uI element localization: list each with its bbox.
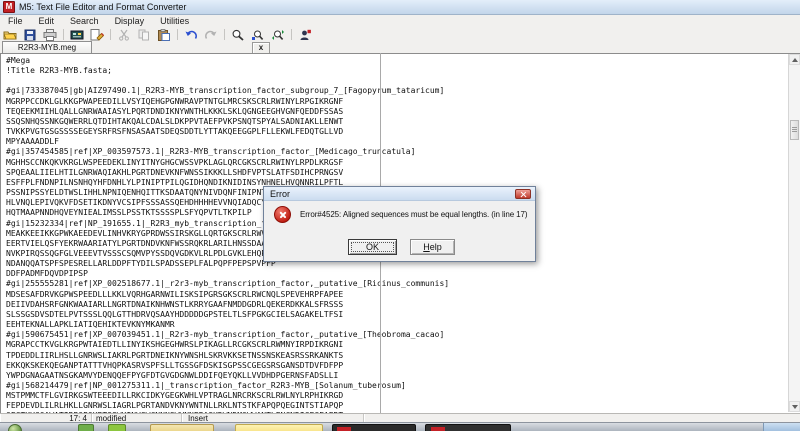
editor-line: #Mega <box>6 56 31 65</box>
window-title: M5: Text File Editor and Format Converte… <box>19 2 187 12</box>
editor-line: #gi|357454585|ref|XP_003597573.1|_R2R3-M… <box>6 147 416 157</box>
convert-icon[interactable] <box>67 28 87 41</box>
taskbar-active-app-button[interactable] <box>235 424 323 431</box>
editor-line: #gi|255555281|ref|XP_002518677.1|_r2r3-m… <box>6 279 450 289</box>
editor-line: MDSESAFDRVKGPWSPEEDLLLKKLVQRHGARNWILISKS… <box>6 289 344 299</box>
cut-icon <box>114 28 134 41</box>
editor-line: MPYAAAADDLF <box>6 137 59 147</box>
error-message: Error#4525: Aligned sequences must be eq… <box>300 210 528 219</box>
taskbar-app-icon[interactable] <box>78 424 94 431</box>
system-tray[interactable] <box>763 423 800 431</box>
menu-item[interactable]: Display <box>107 15 153 28</box>
scrollbar-thumb[interactable] <box>790 120 799 140</box>
editor-line: SPQEAALIIELHTILGNRWAQIAKHLPGRTDNEVKNFWNS… <box>6 167 344 177</box>
tab-bar: R2R3-MYB.meg x <box>0 41 800 54</box>
editor-line: DEIIVDAHSRFGNKWAAIARLLNGRTDNAIKNHWNSTLKR… <box>6 299 344 309</box>
editor-line: SSQSNHQSSNKGQWERRLQTDIHTAKQALCDALSLDKPPV… <box>6 116 344 126</box>
export-icon[interactable] <box>87 28 107 41</box>
editor-line: YWPDGNAGAATNSGKAMVYDENQQEFPYGFDTGVGDGNWL… <box>6 370 339 380</box>
paste-icon[interactable] <box>154 28 174 41</box>
help-button[interactable]: Help <box>410 239 455 255</box>
editor-line: TVKKPVGTGSGSSSSEGEYSRFRSFNSASAATSDEQSDDT… <box>6 127 344 137</box>
tab-active-file[interactable]: R2R3-MYB.meg <box>2 41 92 53</box>
print-icon[interactable] <box>40 28 60 41</box>
app-icon: M <box>3 1 15 13</box>
menu-item[interactable]: File <box>0 15 31 28</box>
error-dialog-title: Error <box>270 189 290 199</box>
editor-line: MGRAPCCTKVGLKRGPWTAIEDTLLINYIKSHGEGHWRSL… <box>6 340 344 350</box>
scroll-down-icon[interactable] <box>789 401 800 412</box>
editor-line: #gi|590675451|ref|XP_007039451.1|_R2r3-m… <box>6 330 445 340</box>
editor-line: DDFPADMFDQVDPIPSP <box>6 269 88 279</box>
ok-button-label: OK <box>365 242 379 252</box>
toolbar-separator <box>224 29 225 40</box>
editor-line: EEHTEKNALLAPKLIATIQEHIKTEVKNYMKANMR <box>6 320 175 330</box>
taskbar-app-button[interactable] <box>332 424 416 431</box>
title-bar[interactable]: M M5: Text File Editor and Format Conver… <box>0 0 800 15</box>
windows-taskbar <box>0 422 800 431</box>
menu-item[interactable]: Search <box>62 15 107 28</box>
editor-line: EKKQKSKEKQEGANPTATTTVHQPKASRVSPFSLLTGSSG… <box>6 360 344 370</box>
redo-icon <box>201 28 221 41</box>
menu-item[interactable]: Edit <box>31 15 63 28</box>
undo-icon[interactable] <box>181 28 201 41</box>
editor-line: TPDEDDLIIRLHSLLGNRWSLIAKRLPGRTDNEIKNYWNS… <box>6 350 344 360</box>
menu-item[interactable]: Utilities <box>152 15 197 28</box>
application-window: M M5: Text File Editor and Format Conver… <box>0 0 800 431</box>
search-again-icon[interactable] <box>248 28 268 41</box>
ok-button[interactable]: OK <box>348 239 397 255</box>
editor-line: !Title R2R3-MYB.fasta; <box>6 66 112 76</box>
copy-icon <box>134 28 154 41</box>
editor-line: TEQEEKMIIHLQALLGNRWAAIASYLPQRTDNDIKNYWNT… <box>6 106 344 116</box>
editor-line: #gi|733387045|gb|AIZ97490.1|_R2R3-MYB_tr… <box>6 86 445 96</box>
error-icon <box>274 206 291 223</box>
save-icon[interactable] <box>20 28 40 41</box>
toolbar-separator <box>291 29 292 40</box>
toolbar-separator <box>177 29 178 40</box>
editor-line: MGRPPCCDKLGLKKGPWAPEEDILLVSYIQEHGPGNWRAV… <box>6 96 344 106</box>
editor-line: MSTPMMCTFLGVIRKGSWTEEEDILLRKCIDKYGEGKWHL… <box>6 391 344 401</box>
vertical-scrollbar[interactable] <box>788 54 800 412</box>
replace-icon[interactable] <box>268 28 288 41</box>
scroll-up-icon[interactable] <box>789 54 800 65</box>
editor-line: #gi|568214479|ref|NP_001275311.1|_transc… <box>6 381 406 390</box>
menu-bar: File Edit Search Display Utilities <box>0 15 800 28</box>
error-dialog-title-bar[interactable]: Error <box>264 187 535 201</box>
help-button-label: elp <box>429 242 442 252</box>
taskbar-app-button[interactable] <box>425 424 511 431</box>
toolbar-separator <box>110 29 111 40</box>
error-dialog: Error Error#4525: Aligned sequences must… <box>263 186 536 262</box>
editor-line: FEPDEVDLILRLHKLLGNRWSLIAGRLPGRTANDVKNYWN… <box>6 401 344 411</box>
analyze-icon[interactable] <box>295 28 315 41</box>
find-icon[interactable] <box>228 28 248 41</box>
editor-line: MGHHSCCNKQKVKRGLWSPEEDEKLINYITNYGHGCWSSV… <box>6 157 344 167</box>
open-icon[interactable] <box>0 28 20 41</box>
toolbar <box>0 28 800 42</box>
editor-line: SLSSGSDVSDTELPVTSSSLQQLGTTHDRVQSAAYHDDDD… <box>6 309 344 319</box>
start-button[interactable] <box>8 424 22 431</box>
toolbar-separator <box>63 29 64 40</box>
close-icon[interactable] <box>515 189 531 199</box>
taskbar-app-icon[interactable] <box>108 424 126 431</box>
taskbar-folder-button[interactable] <box>150 424 214 431</box>
